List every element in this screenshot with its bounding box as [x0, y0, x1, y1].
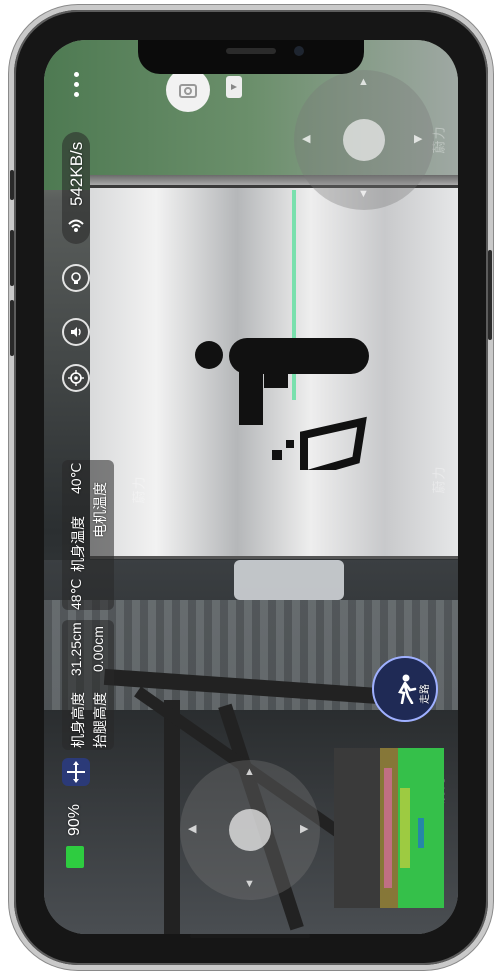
depth-map-points — [380, 748, 444, 908]
move-icon — [67, 761, 85, 783]
arrow-right-icon: ▶ — [300, 823, 309, 835]
trash-sign-icon — [195, 338, 369, 470]
arrow-left-icon: ◀ — [188, 823, 197, 835]
side-button-volume-down — [10, 300, 14, 356]
sound-button[interactable] — [62, 318, 90, 346]
phone-notch — [138, 40, 364, 74]
light-button[interactable] — [62, 264, 90, 292]
watermark: 蔚力 — [131, 475, 147, 504]
side-button-power — [488, 250, 492, 340]
front-camera — [294, 46, 304, 56]
body-height-value: 31.25cm — [68, 622, 84, 676]
battery-icon — [66, 846, 84, 868]
video-icon — [231, 84, 237, 90]
joystick-knob[interactable] — [343, 119, 385, 161]
walk-icon — [398, 674, 417, 704]
side-button-mute — [10, 170, 14, 200]
speaker-grille — [226, 48, 276, 54]
battery-level: 90% — [66, 803, 83, 836]
record-button[interactable] — [226, 76, 242, 98]
arrow-left-icon: ◀ — [302, 133, 311, 145]
arrow-right-icon: ▶ — [414, 133, 423, 145]
target-button[interactable] — [62, 364, 90, 392]
lift-height-label: 抬腿高度 — [92, 692, 108, 748]
network-speed: 542KB/s — [67, 141, 86, 206]
wifi-icon — [66, 216, 86, 236]
target-icon — [68, 370, 84, 386]
photo-button[interactable] — [166, 68, 210, 112]
white-object — [234, 560, 344, 600]
light-bulb-icon — [71, 272, 81, 284]
frame-bar — [164, 700, 180, 934]
arrow-down-icon: ▼ — [358, 188, 369, 200]
arrow-up-icon: ▲ — [244, 766, 255, 778]
body-temperature-label: 机身温度 — [70, 516, 86, 572]
walk-button-label: 走路 — [420, 684, 431, 704]
arrow-up-icon: ▲ — [358, 76, 369, 88]
lift-height-value: 0.00cm — [90, 626, 106, 672]
speaker-icon — [71, 327, 81, 337]
motor-temperature-label: 电机温度 — [92, 482, 108, 538]
side-button-volume-up — [10, 230, 14, 286]
arrow-down-icon: ▼ — [244, 878, 255, 890]
move-mode-button[interactable] — [62, 758, 90, 786]
movement-joystick[interactable]: ▲ ▼ ◀ ▶ — [180, 760, 320, 900]
body-temperature-value: 40℃ — [68, 462, 84, 494]
menu-dots-icon[interactable] — [70, 70, 84, 102]
joystick-knob[interactable] — [229, 809, 271, 851]
depth-map — [380, 748, 444, 908]
home-indicator — [190, 934, 310, 938]
camera-icon — [179, 84, 197, 98]
motor-temperature-value: 48℃ — [68, 578, 84, 610]
depth-view-background — [334, 748, 382, 908]
camera-joystick[interactable]: ▲ ▼ ◀ ▶ — [294, 70, 434, 210]
watermark: 蔚力 — [431, 465, 447, 494]
walk-button[interactable]: 走路 — [372, 656, 438, 722]
body-height-label: 机身高度 — [70, 692, 86, 748]
